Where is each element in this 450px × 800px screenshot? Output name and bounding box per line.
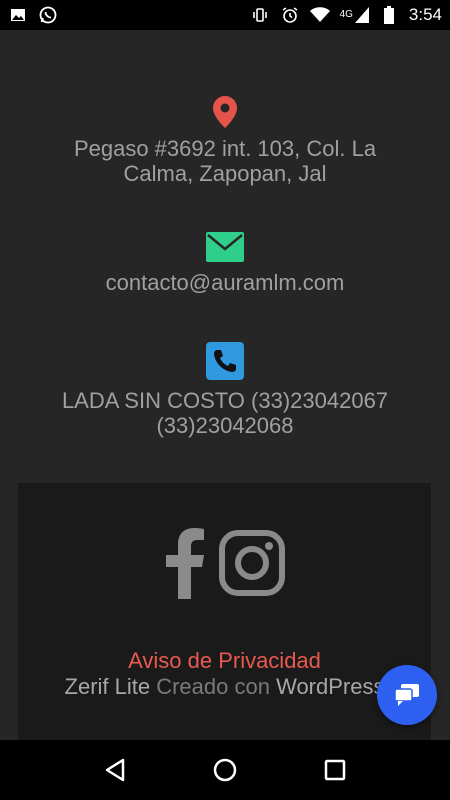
phone-block: LADA SIN COSTO (33)23042067 (33)23042068 [0,342,450,438]
location-pin-icon [213,96,237,128]
email-link[interactable]: contacto@auramlm.com [0,270,450,295]
chat-button[interactable] [377,665,437,725]
envelope-icon [206,232,244,262]
home-icon [213,758,237,782]
phone-line-2[interactable]: (33)23042068 [0,413,450,438]
recents-button[interactable] [315,750,355,790]
email-block: contacto@auramlm.com [0,232,450,295]
address-block: Pegaso #3692 int. 103, Col. La Calma, Za… [0,96,450,186]
wordpress-link[interactable]: WordPress [276,674,384,699]
clock: 3:54 [408,5,442,24]
page-content: Pegaso #3692 int. 103, Col. La Calma, Za… [0,30,450,740]
back-button[interactable] [95,750,135,790]
facebook-icon[interactable] [165,527,205,599]
status-bar: 4G 3:54 [0,0,450,30]
vibrate-icon [250,5,270,25]
back-icon [105,758,125,782]
network-type-label: 4G [339,9,353,20]
recents-icon [324,759,346,781]
wifi-icon [309,5,330,25]
phone-line-1[interactable]: LADA SIN COSTO (33)23042067 [0,388,450,413]
theme-name-link[interactable]: Zerif Lite [65,674,151,699]
phone-icon [206,342,244,380]
image-icon [8,5,28,25]
address-line-1: Pegaso #3692 int. 103, Col. La [73,136,377,161]
battery-icon [379,5,399,25]
instagram-icon[interactable] [218,530,285,596]
footer: Aviso de Privacidad Zerif Lite Creado co… [18,483,431,740]
alarm-icon [280,5,300,25]
credits-line: Zerif Lite Creado con WordPress [18,674,431,700]
signal-icon: 4G [340,5,369,25]
social-links [18,527,431,599]
system-nav-bar [0,740,450,800]
home-button[interactable] [205,750,245,790]
address-line-2: Calma, Zapopan, Jal [123,161,327,186]
chat-bubbles-icon [395,684,419,706]
whatsapp-icon [38,5,58,25]
privacy-policy-link[interactable]: Aviso de Privacidad [18,648,431,674]
credits-created-with: Creado con [150,674,277,699]
